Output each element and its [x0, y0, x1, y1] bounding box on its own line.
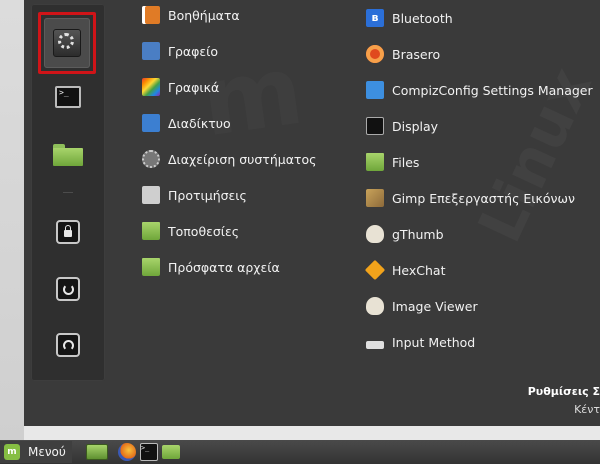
taskbar: m Μενού >_	[0, 440, 600, 464]
app-label: CompizConfig Settings Manager	[392, 82, 593, 98]
firefox-icon[interactable]	[117, 443, 136, 461]
administration-icon	[142, 150, 160, 168]
category-office[interactable]: Γραφείο	[142, 41, 218, 61]
favorite-system-settings[interactable]	[38, 12, 96, 74]
category-label: Τοποθεσίες	[168, 223, 240, 239]
app-files[interactable]: Files	[366, 152, 419, 172]
lock-icon	[56, 220, 80, 244]
preferences-icon	[142, 186, 160, 204]
app-image-viewer[interactable]: Image Viewer	[366, 296, 478, 316]
category-label: Γραφικά	[168, 79, 220, 95]
folder-icon	[53, 144, 83, 166]
application-menu: m Linux	[24, 0, 600, 426]
terminal-launcher-icon[interactable]: >_	[139, 443, 158, 461]
brasero-icon	[366, 45, 384, 63]
app-input-method[interactable]: Input Method	[366, 332, 475, 352]
terminal-icon: >_	[55, 86, 81, 108]
power-icon	[56, 333, 80, 357]
accessories-icon	[142, 6, 160, 24]
graphics-icon	[142, 78, 160, 96]
files-folder-icon	[366, 153, 384, 171]
favorite-terminal[interactable]: >_	[39, 74, 97, 120]
menu-button[interactable]: m Μενού	[0, 441, 72, 463]
category-places[interactable]: Τοποθεσίες	[142, 221, 239, 241]
favorite-lock-screen[interactable]	[39, 209, 97, 255]
image-viewer-icon	[366, 297, 384, 315]
app-label: Image Viewer	[392, 298, 478, 314]
app-compizconfig[interactable]: CompizConfig Settings Manager	[366, 80, 593, 100]
category-accessories[interactable]: Βοηθήματα	[142, 5, 240, 25]
app-gthumb[interactable]: gThumb	[366, 224, 444, 244]
favorite-shutdown[interactable]	[39, 322, 97, 368]
app-brasero[interactable]: Brasero	[366, 44, 440, 64]
category-administration[interactable]: Διαχείριση συστήματος	[142, 149, 316, 169]
category-label: Προτιμήσεις	[168, 187, 247, 203]
app-display[interactable]: Display	[366, 116, 438, 136]
favorites-separator	[63, 192, 73, 193]
logout-icon	[56, 277, 80, 301]
app-label: Display	[392, 118, 439, 134]
selected-item-description: Κέντ	[574, 403, 600, 416]
category-graphics[interactable]: Γραφικά	[142, 77, 219, 97]
places-icon	[142, 222, 160, 240]
files-launcher-icon[interactable]	[161, 445, 180, 459]
selected-item-title: Ρυθμίσεις Σ	[527, 385, 600, 398]
category-label: Γραφείο	[168, 43, 219, 59]
menu-button-label: Μενού	[28, 445, 66, 459]
desktop-edge	[0, 0, 24, 440]
category-label: Διαχείριση συστήματος	[168, 151, 317, 167]
compiz-icon	[366, 81, 384, 99]
office-icon	[142, 42, 160, 60]
gthumb-icon	[366, 225, 384, 243]
favorites-sidebar: >_	[31, 4, 105, 381]
favorite-files[interactable]	[39, 132, 97, 178]
app-label: Input Method	[392, 334, 476, 350]
app-label: HexChat	[392, 262, 446, 278]
app-gimp[interactable]: Gimp Επεξεργαστής Εικόνων	[366, 188, 575, 208]
internet-icon	[142, 114, 160, 132]
category-label: Βοηθήματα	[168, 7, 240, 23]
mint-logo-icon: m	[4, 444, 20, 460]
bluetooth-icon: ʙ	[366, 9, 384, 27]
category-internet[interactable]: Διαδίκτυο	[142, 113, 231, 133]
app-label: Files	[392, 154, 420, 170]
app-bluetooth[interactable]: ʙ Bluetooth	[366, 8, 453, 28]
display-icon	[366, 117, 384, 135]
category-recent-files[interactable]: Πρόσφατα αρχεία	[142, 257, 280, 277]
app-hexchat[interactable]: HexChat	[364, 259, 446, 281]
app-label: Gimp Επεξεργαστής Εικόνων	[392, 190, 575, 206]
category-label: Διαδίκτυο	[168, 115, 231, 131]
category-label: Πρόσφατα αρχεία	[168, 259, 280, 275]
category-preferences[interactable]: Προτιμήσεις	[142, 185, 247, 205]
app-label: gThumb	[392, 226, 444, 242]
app-label: Brasero	[392, 46, 441, 62]
gimp-icon	[366, 189, 384, 207]
recent-files-icon	[142, 258, 160, 276]
input-method-icon	[366, 341, 384, 349]
favorite-logout[interactable]	[39, 266, 97, 312]
app-label: Bluetooth	[392, 10, 453, 26]
hexchat-icon	[364, 259, 386, 281]
show-desktop-icon[interactable]	[85, 444, 108, 460]
system-settings-icon	[53, 29, 81, 57]
